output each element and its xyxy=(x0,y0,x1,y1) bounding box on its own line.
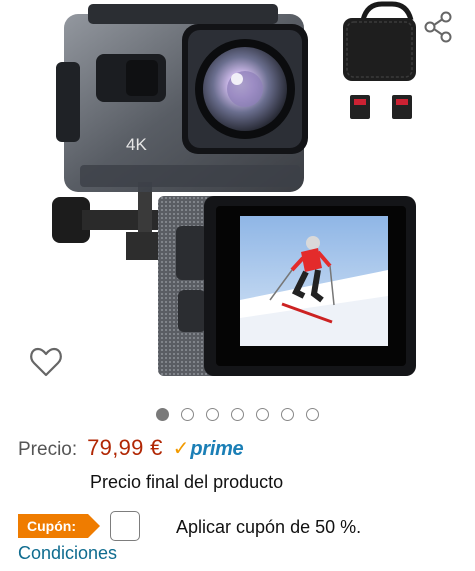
image-carousel-indicator[interactable] xyxy=(0,408,475,422)
prime-label: prime xyxy=(190,438,244,460)
coupon-row: Cupón: Aplicar cupón de 50 %. xyxy=(18,511,458,541)
waterproof-case: 4K xyxy=(56,4,308,192)
price-label: Precio: xyxy=(18,439,78,460)
prime-check-icon: ✓ xyxy=(172,438,190,460)
coupon-badge: Cupón: xyxy=(18,514,88,538)
battery-accessories xyxy=(350,95,412,119)
camera-mount xyxy=(52,182,168,260)
carousel-dot[interactable] xyxy=(231,408,244,421)
product-image-gallery[interactable]: 4K xyxy=(0,0,475,395)
share-icon[interactable] xyxy=(421,10,455,44)
camera-4k-label: 4K xyxy=(126,135,147,154)
heart-icon[interactable] xyxy=(28,344,64,380)
coupon-text[interactable]: Aplicar cupón de 50 %. xyxy=(176,517,361,538)
carousel-dot[interactable] xyxy=(156,408,169,421)
product-image: 4K xyxy=(52,1,416,376)
conditions-link[interactable]: Condiciones xyxy=(18,543,117,564)
carry-bag xyxy=(343,1,416,81)
camera-body xyxy=(158,196,416,376)
carousel-dot[interactable] xyxy=(256,408,269,421)
prime-badge: ✓ prime xyxy=(173,436,244,461)
coupon-badge-tip xyxy=(88,514,100,538)
carousel-dot[interactable] xyxy=(306,408,319,421)
carousel-dot[interactable] xyxy=(281,408,294,421)
final-price-note: Precio final del producto xyxy=(90,472,284,492)
carousel-dot[interactable] xyxy=(181,408,194,421)
price-value: 79,99 € xyxy=(87,435,163,460)
carousel-dot[interactable] xyxy=(206,408,219,421)
coupon-checkbox[interactable] xyxy=(110,511,140,541)
price-row: Precio: 79,99 € ✓ prime xyxy=(18,435,244,461)
